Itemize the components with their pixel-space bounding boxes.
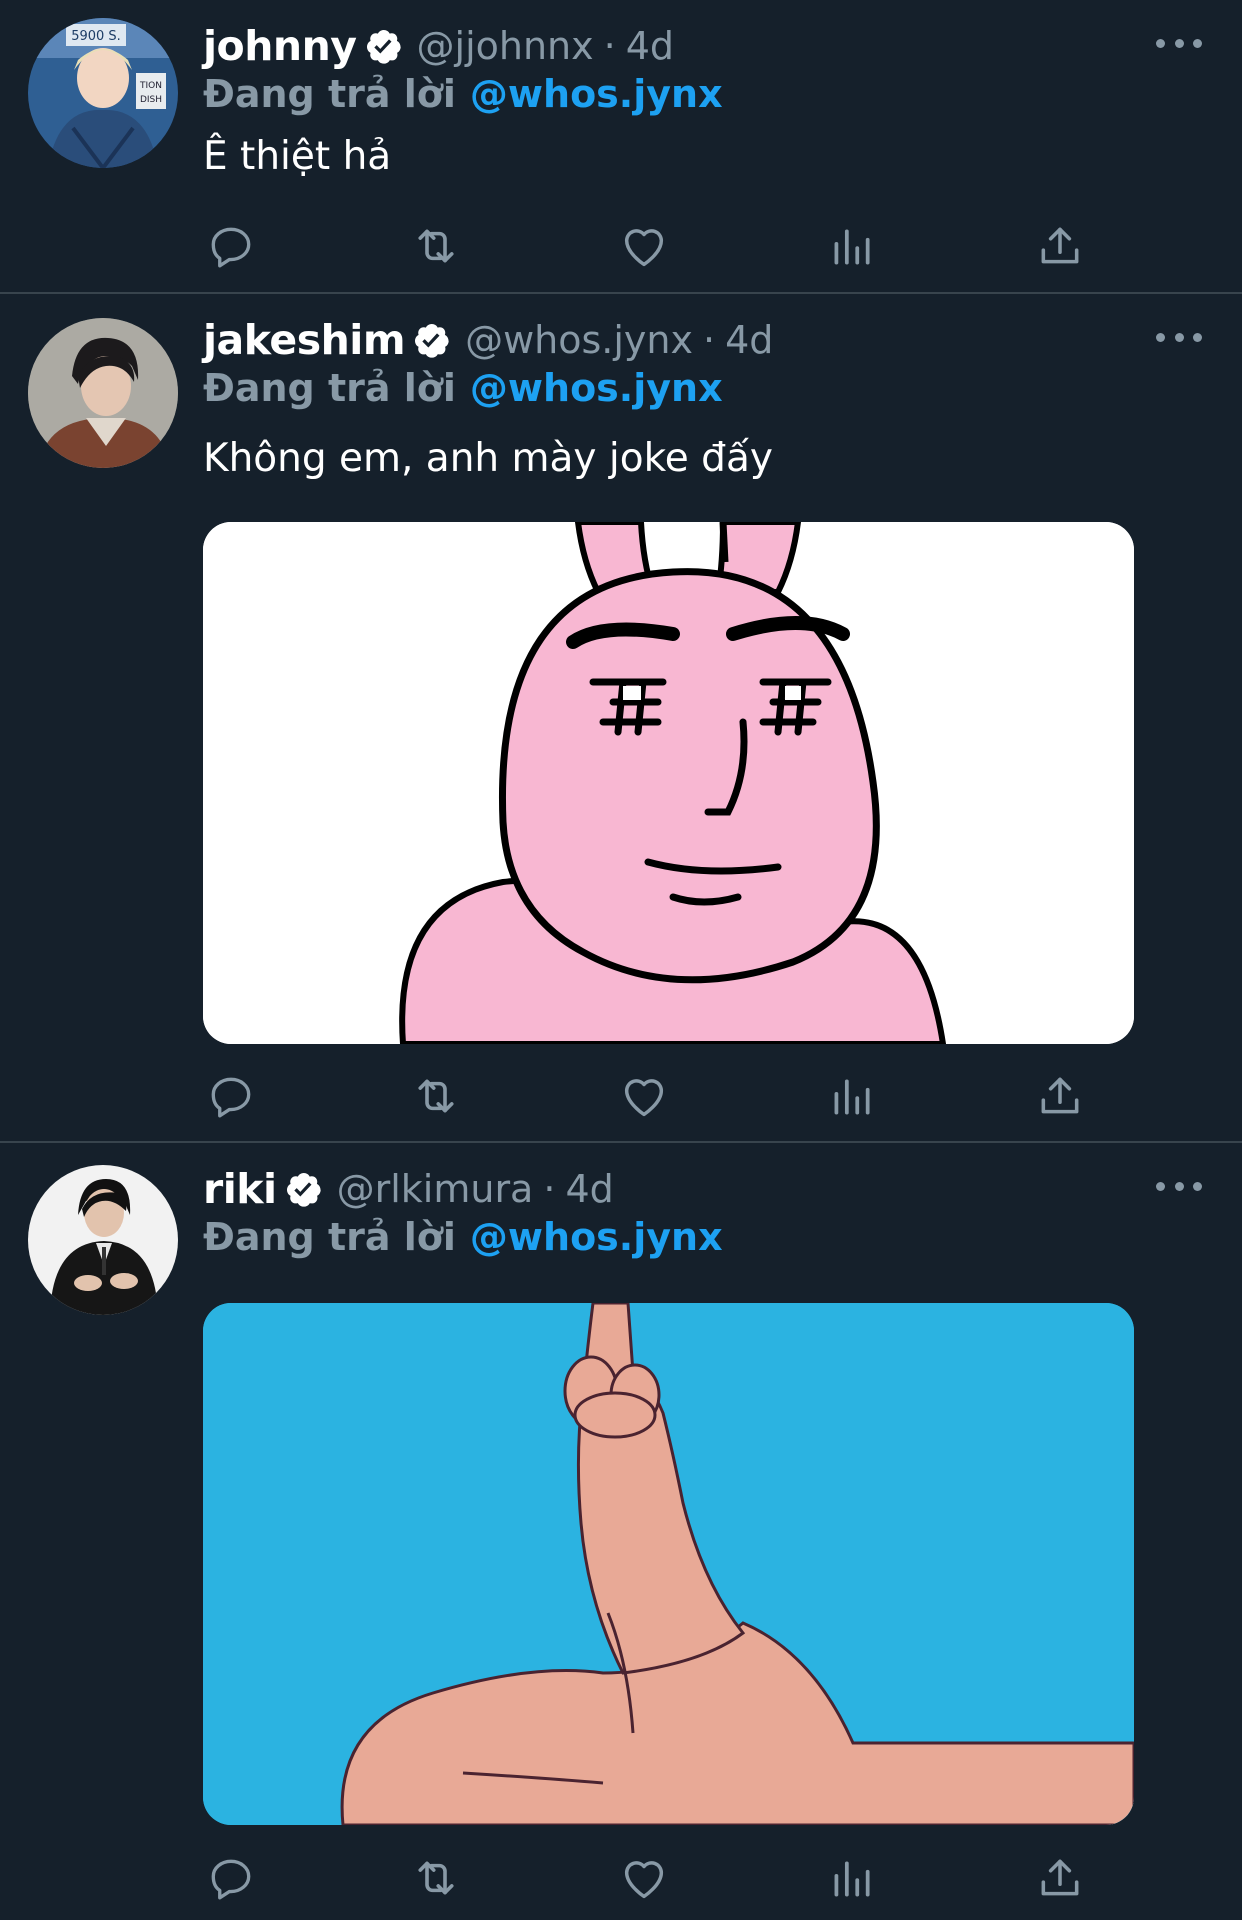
retweet-icon [418, 1861, 454, 1895]
more-options-icon[interactable] [1156, 317, 1202, 357]
verified-badge-icon [283, 1169, 323, 1209]
avatar-photo-riki [28, 1165, 178, 1315]
retweet-icon [418, 1079, 454, 1113]
tweet-media-image[interactable] [203, 1303, 1134, 1825]
tweet-text: Ê thiệt hả [203, 134, 392, 179]
pink-cartoon-face-image [203, 522, 1134, 1044]
tweet-text: Không em, anh mày joke đấy [203, 436, 773, 481]
like-icon [624, 229, 664, 267]
timestamp[interactable]: 4d [565, 1167, 613, 1211]
more-options-icon[interactable] [1156, 23, 1202, 63]
timestamp[interactable]: 4d [626, 24, 674, 68]
avatar-photo-jakeshim [28, 318, 178, 468]
reply-target-link[interactable]: @whos.jynx [470, 1215, 723, 1259]
avatar[interactable] [28, 1165, 178, 1315]
tweet-1[interactable]: 5900 S. TION DISH johnny @jjohnnx · 4d Đ… [0, 0, 1242, 292]
analytics-button[interactable] [823, 218, 879, 274]
timestamp[interactable]: 4d [725, 318, 773, 362]
reply-prefix: Đang trả lời [203, 72, 456, 116]
reply-button[interactable] [203, 218, 259, 274]
user-handle[interactable]: @rlkimura [337, 1167, 534, 1211]
more-options-icon[interactable] [1156, 1166, 1202, 1206]
analytics-button[interactable] [823, 1850, 879, 1906]
cartoon-hand-image [203, 1303, 1134, 1825]
share-icon [1041, 1077, 1079, 1114]
avatar-photo-johnny: 5900 S. TION DISH [28, 18, 178, 168]
avatar-sign-text-3: DISH [140, 95, 162, 105]
user-handle[interactable]: @jjohnnx [417, 24, 594, 68]
tweet-actions [203, 218, 1093, 278]
retweet-button[interactable] [408, 1850, 464, 1906]
avatar[interactable]: 5900 S. TION DISH [28, 18, 178, 168]
reply-context: Đang trả lời @whos.jynx [203, 66, 723, 122]
avatar-sign-text-2: TION [139, 81, 162, 91]
analytics-icon [834, 1079, 870, 1115]
display-name[interactable]: jakeshim [203, 316, 406, 364]
share-icon [1041, 1859, 1079, 1896]
separator-dot: · [543, 1167, 556, 1211]
tweet-actions [203, 1068, 1093, 1128]
reply-icon [211, 1859, 251, 1900]
share-button[interactable] [1032, 1850, 1088, 1906]
like-icon [624, 1861, 664, 1899]
retweet-button[interactable] [408, 1068, 464, 1124]
analytics-button[interactable] [823, 1068, 879, 1124]
tweet-media-image[interactable] [203, 522, 1134, 1044]
display-name[interactable]: riki [203, 1165, 277, 1213]
reply-target-link[interactable]: @whos.jynx [470, 72, 723, 116]
retweet-button[interactable] [408, 218, 464, 274]
analytics-icon [834, 1861, 870, 1897]
reply-context: Đang trả lời @whos.jynx [203, 1209, 723, 1265]
separator-dot: · [702, 318, 716, 362]
retweet-icon [418, 229, 454, 263]
like-button[interactable] [616, 218, 672, 274]
tweet-2[interactable]: jakeshim @whos.jynx · 4d Đang trả lời @w… [0, 294, 1242, 1141]
share-icon [1041, 227, 1079, 264]
analytics-icon [834, 229, 870, 265]
reply-button[interactable] [203, 1850, 259, 1906]
verified-badge-icon [411, 320, 451, 360]
separator-dot: · [603, 24, 616, 68]
like-button[interactable] [616, 1850, 672, 1906]
reply-button[interactable] [203, 1068, 259, 1124]
reply-prefix: Đang trả lời [203, 1215, 456, 1259]
user-handle[interactable]: @whos.jynx [465, 318, 693, 362]
share-button[interactable] [1032, 1068, 1088, 1124]
reply-icon [211, 1077, 251, 1118]
like-button[interactable] [616, 1068, 672, 1124]
tweet-3[interactable]: riki @rlkimura · 4d Đang trả lời @whos.j… [0, 1143, 1242, 1920]
avatar-sign-text-1: 5900 S. [71, 29, 121, 44]
share-button[interactable] [1032, 218, 1088, 274]
reply-prefix: Đang trả lời [203, 366, 456, 410]
tweet-actions [203, 1850, 1093, 1910]
reply-icon [211, 227, 251, 268]
like-icon [624, 1079, 664, 1117]
verified-badge-icon [363, 26, 403, 66]
reply-target-link[interactable]: @whos.jynx [470, 366, 723, 410]
display-name[interactable]: johnny [203, 22, 357, 70]
reply-context: Đang trả lời @whos.jynx [203, 360, 723, 416]
avatar[interactable] [28, 318, 178, 468]
